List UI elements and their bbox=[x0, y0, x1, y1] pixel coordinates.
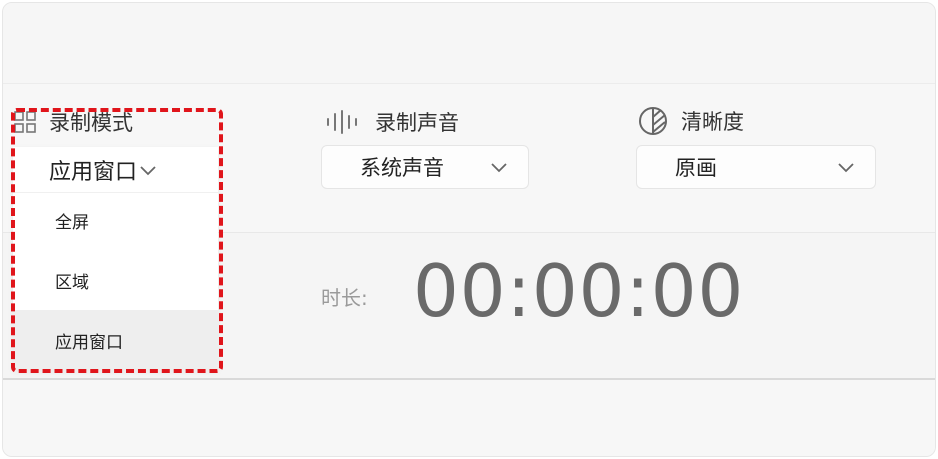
clarity-label: 清晰度 bbox=[681, 110, 744, 134]
option-label: 区域 bbox=[55, 272, 89, 293]
top-bar bbox=[3, 3, 935, 84]
record-audio-label: 录制声音 bbox=[375, 111, 459, 135]
footer-bar bbox=[3, 380, 935, 456]
record-audio-label-group: 录制声音 bbox=[325, 107, 459, 137]
recorder-window: 录制声音 系统声音 清晰度 原画 时长: 00:00:00 录制模式 全屏 区域… bbox=[2, 2, 936, 457]
chevron-down-icon bbox=[140, 165, 156, 175]
sound-wave-icon bbox=[327, 110, 357, 134]
recording-mode-select[interactable]: 应用窗口 bbox=[13, 147, 218, 193]
clarity-select[interactable]: 原画 bbox=[636, 145, 876, 189]
option-label: 全屏 bbox=[55, 212, 89, 233]
chevron-down-icon bbox=[838, 163, 854, 173]
chevron-down-icon bbox=[491, 163, 507, 173]
recording-mode-label: 录制模式 bbox=[49, 111, 133, 135]
recording-mode-label-group: 录制模式 bbox=[13, 107, 133, 137]
record-audio-select[interactable]: 系统声音 bbox=[321, 145, 529, 189]
option-region[interactable]: 区域 bbox=[13, 250, 218, 310]
record-audio-value: 系统声音 bbox=[360, 156, 444, 180]
recording-mode-value: 应用窗口 bbox=[49, 159, 138, 185]
clarity-value: 原画 bbox=[675, 156, 717, 180]
option-app-window[interactable]: 应用窗口 bbox=[13, 310, 218, 370]
duration-value: 00:00:00 bbox=[413, 249, 745, 333]
grid-icon bbox=[14, 111, 36, 133]
duration-label: 时长: bbox=[321, 286, 368, 310]
clarity-label-group: 清晰度 bbox=[637, 105, 744, 137]
option-label: 应用窗口 bbox=[55, 332, 123, 353]
option-fullscreen[interactable]: 全屏 bbox=[13, 190, 218, 250]
clarity-icon bbox=[639, 107, 667, 135]
